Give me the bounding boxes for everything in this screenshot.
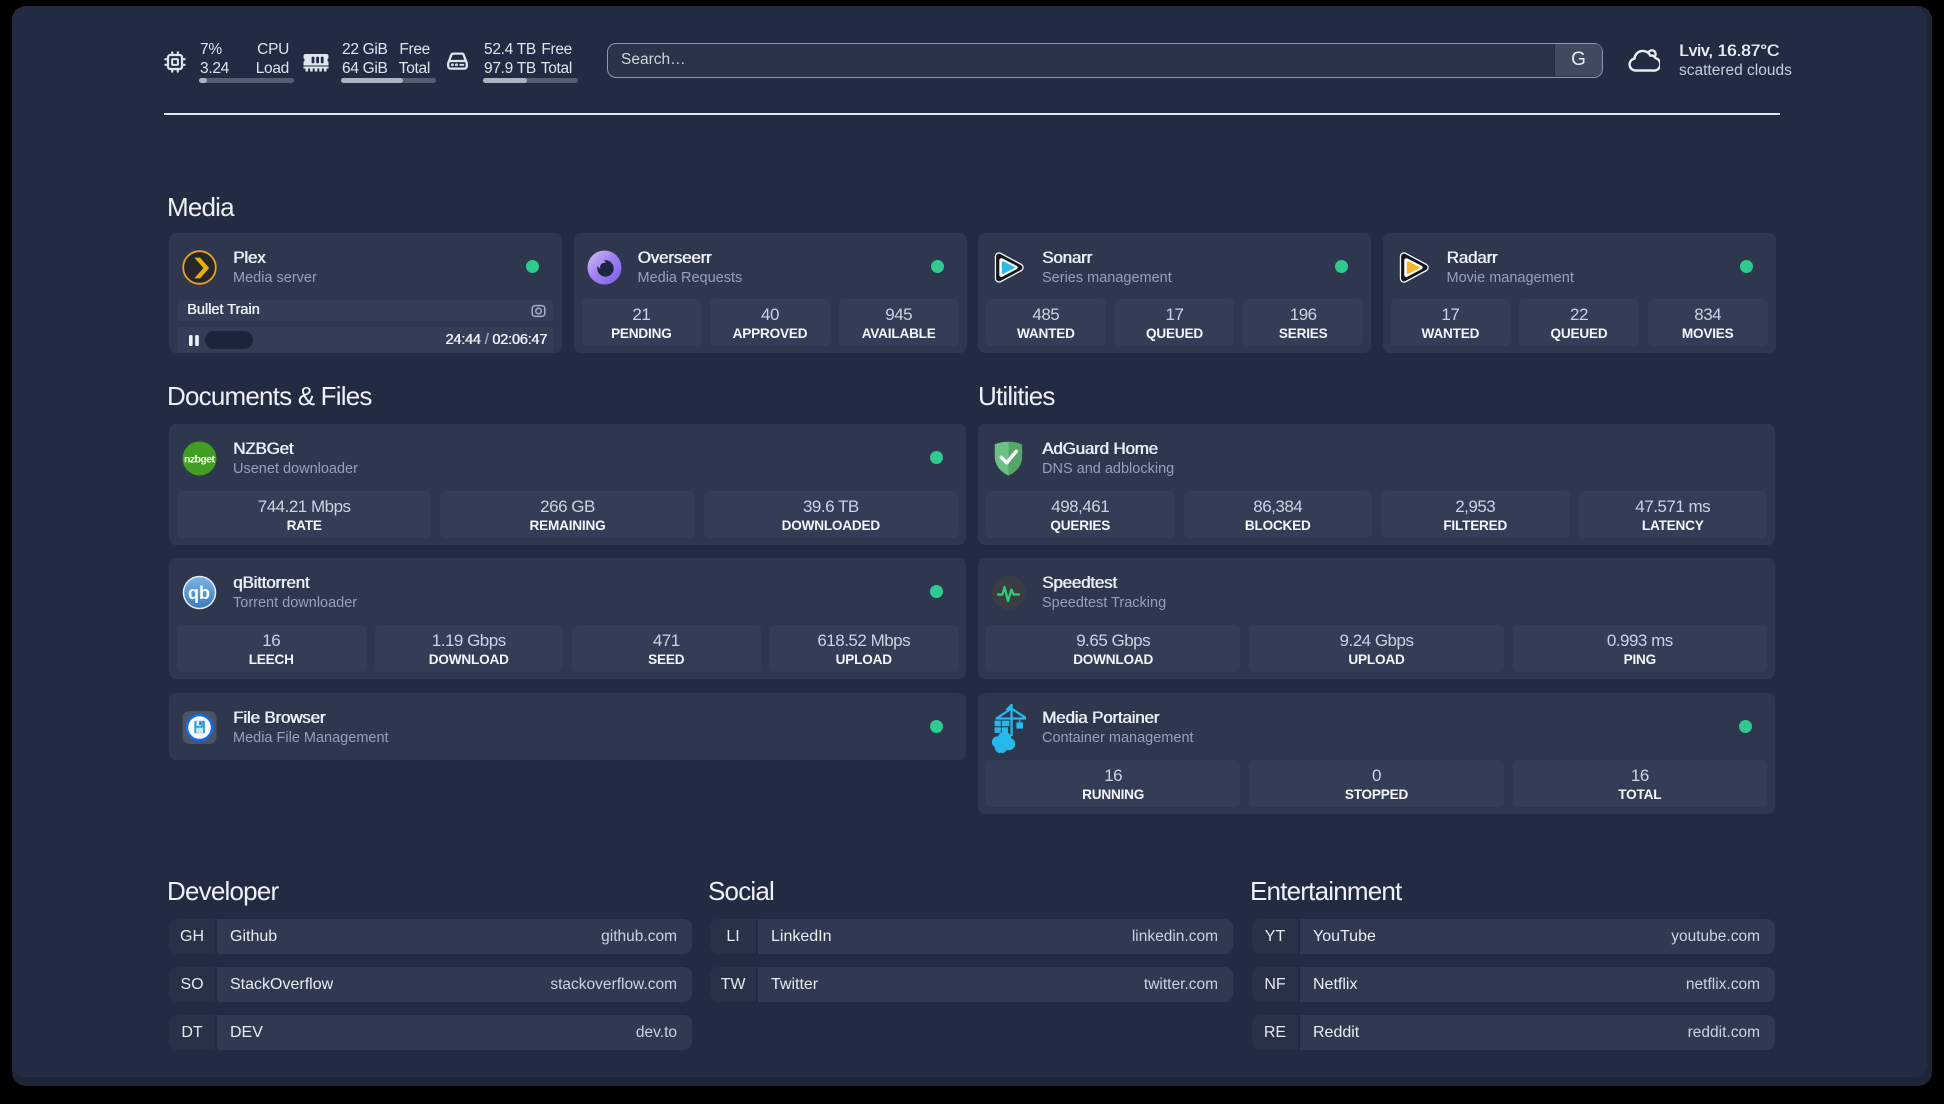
svg-text:qb: qb [188, 583, 210, 603]
svg-text:nzbget: nzbget [184, 454, 216, 466]
